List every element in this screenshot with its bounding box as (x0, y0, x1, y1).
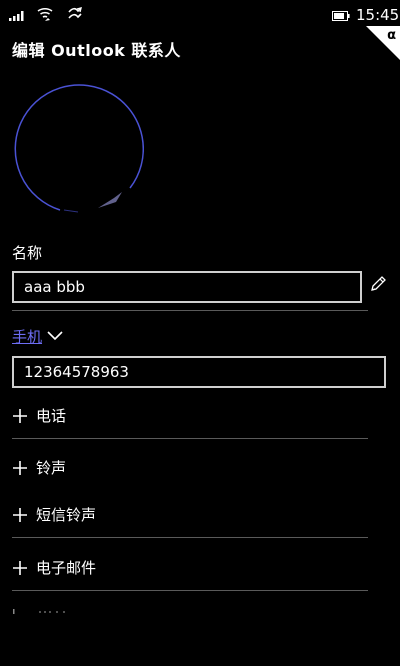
alpha-glyph: α (387, 28, 396, 43)
avatar-placeholder-icon[interactable] (12, 84, 144, 216)
wifi-icon (37, 7, 53, 21)
plus-icon (13, 561, 27, 575)
input-language-indicator[interactable]: α (366, 26, 400, 60)
signal-icon (9, 11, 24, 21)
row-divider (12, 438, 368, 439)
add-phone-row[interactable]: 电话 (12, 404, 66, 428)
name-input[interactable]: aaa bbb (12, 271, 362, 303)
add-sms-tone-row[interactable]: 短信铃声 (12, 503, 96, 527)
name-divider (12, 310, 368, 311)
partial-row-hint (13, 609, 65, 614)
add-sms-tone-label: 短信铃声 (36, 506, 97, 524)
add-email-row[interactable]: 电子邮件 (12, 556, 96, 580)
add-ringtone-label: 铃声 (36, 459, 67, 477)
status-bar: 15:45 (0, 0, 400, 32)
plus-icon (13, 409, 27, 423)
plus-icon (13, 508, 27, 522)
add-ringtone-row[interactable]: 铃声 (12, 456, 66, 480)
name-label: 名称 (12, 244, 43, 262)
phone-type-selector[interactable]: 手机 (12, 327, 42, 347)
row-divider (12, 590, 368, 591)
plus-icon (13, 461, 27, 475)
add-phone-label: 电话 (36, 407, 67, 425)
battery-icon (332, 11, 350, 21)
pencil-icon[interactable] (369, 275, 387, 293)
data-transfer-icon (68, 7, 82, 19)
row-divider (12, 537, 368, 538)
phone-number-input[interactable]: 12364578963 (12, 356, 386, 388)
add-email-label: 电子邮件 (36, 559, 97, 577)
chevron-down-icon[interactable] (47, 330, 63, 342)
page-title: 编辑 Outlook 联系人 (12, 41, 181, 60)
clock: 15:45 (356, 6, 400, 24)
